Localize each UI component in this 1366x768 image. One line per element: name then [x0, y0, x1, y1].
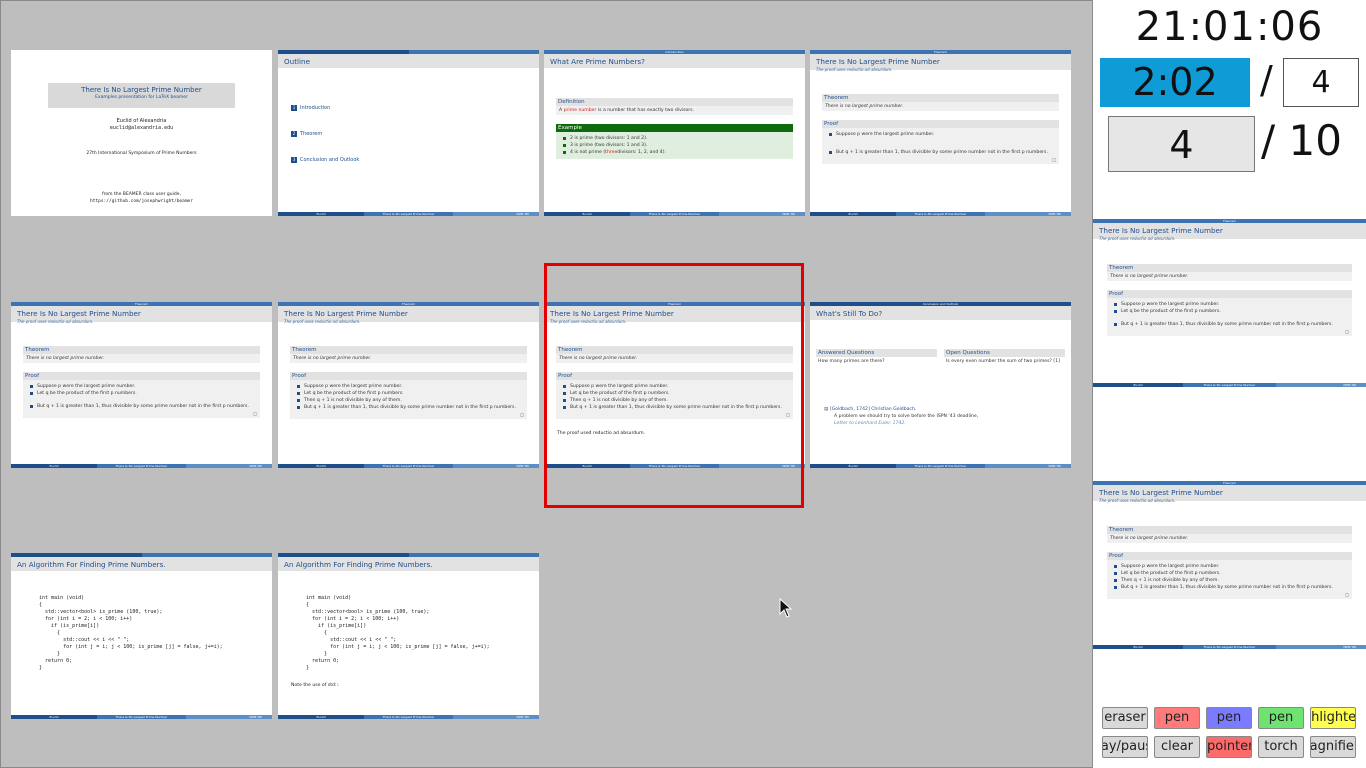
outline-item: Conclusion and Outlook [300, 157, 360, 163]
proof-block: Proof Suppose p were the largest prime n… [1107, 552, 1352, 599]
slide-thumbnail-2[interactable]: Outline 1 Introduction 2 Theorem 3 Conclusi… [278, 50, 539, 216]
slide-title: There Is No Largest Prime Number The proo… [11, 306, 272, 324]
theorem-block: Theorem There is no largest prime number. [1107, 264, 1352, 281]
slide-title: There Is No Largest Prime Number The proo… [278, 306, 539, 324]
slide-thumbnail-9[interactable]: An Algorithm For Finding Prime Numbers. … [11, 553, 272, 719]
slide-thumbnail-6[interactable]: Theorem There Is No Largest Prime Number… [278, 302, 539, 468]
bibliography: ▤ [Goldbach, 1742] Christian Goldbach. A… [824, 407, 979, 426]
current-page-field[interactable]: 4 [1108, 116, 1255, 172]
presentation-timer[interactable]: 2:02 [1100, 58, 1250, 107]
title-slide-email: euclid@alexandria.edu [109, 125, 174, 131]
title-slide-author: Euclid of Alexandria [116, 118, 167, 124]
pointer-button[interactable]: pointer [1206, 736, 1252, 758]
slide-footer: Euclid There Is No Largest Prime Number IS… [1093, 645, 1366, 649]
slide-title: There Is No Largest Prime Number The proo… [1093, 485, 1366, 503]
slide-title: Outline [278, 54, 539, 68]
eraser-button[interactable]: eraser [1102, 707, 1148, 729]
slide-thumbnail-1[interactable]: There Is No Largest Prime Number Example… [11, 50, 272, 216]
proof-block: Proof Suppose p were the largest prime n… [290, 372, 527, 419]
slide-footer: Euclid There Is No Largest Prime Number IS… [1093, 383, 1366, 387]
red-pen-button[interactable]: pen [1154, 707, 1200, 729]
slide-footer: Euclid There Is No Largest Prime Number IS… [278, 464, 539, 468]
total-pages: / 10 [1261, 116, 1342, 165]
slide-title: An Algorithm For Finding Prime Numbers. [278, 557, 539, 571]
theorem-block: Theorem There is no largest prime number. [822, 94, 1059, 111]
green-pen-button[interactable]: pen [1258, 707, 1304, 729]
slide-thumbnail-3[interactable]: Introduction What Are Prime Numbers? Def… [544, 50, 805, 216]
wall-clock: 21:01:06 [1135, 4, 1324, 50]
theorem-block: Theorem There is no largest prime number. [23, 346, 260, 363]
title-slide-url: https://github.com/josephwright/beamer [90, 199, 193, 204]
presenter-side-panel: 21:01:06 2:02 / 4 4 / 10 Theorem There I… [1093, 0, 1366, 768]
slide-thumbnail-4[interactable]: Theorem There Is No Largest Prime Number… [810, 50, 1071, 216]
slide-footer: Euclid There Is No Largest Prime Number IS… [278, 212, 539, 216]
proof-block: Proof Suppose p were the largest prime n… [1107, 290, 1352, 336]
example-block: Example 2 is prime (two divisors: 1 and … [556, 124, 793, 159]
current-slide-preview: Theorem There Is No Largest Prime Number… [1093, 219, 1366, 389]
answered-block: Answered Questions How many primes are t… [816, 349, 937, 366]
magnifier-button[interactable]: magnifier [1310, 736, 1356, 758]
title-slide-origin: from the BEAMER class user guide, [102, 192, 181, 197]
timer-separator: / [1260, 58, 1273, 102]
slide-footer: Euclid There Is No Largest Prime Number IS… [544, 212, 805, 216]
definition-block: Definition A prime number is a number th… [556, 98, 793, 115]
slide-thumbnail-8[interactable]: Conclusion and Outlook What's Still To D… [810, 302, 1071, 468]
slide-title: There Is No Largest Prime Number The proo… [1093, 223, 1366, 241]
proof-block: Proof Suppose p were the largest prime n… [23, 372, 260, 418]
title-slide-title: There Is No Largest Prime Number [81, 86, 202, 94]
slide-title: What's Still To Do? [810, 306, 1071, 320]
blue-pen-button[interactable]: pen [1206, 707, 1252, 729]
outline-item: Theorem [300, 131, 323, 137]
code-listing: int main (void) { std::vector<bool> is_p… [39, 595, 223, 671]
code-note: Note the use of std::. [291, 683, 340, 688]
next-slide-preview: Theorem There Is No Largest Prime Number… [1093, 481, 1366, 651]
theorem-block: Theorem There is no largest prime number. [290, 346, 527, 363]
highlighter-button[interactable]: highlighter [1310, 707, 1356, 729]
timer-target-field[interactable]: 4 [1283, 58, 1359, 107]
outline-item: Introduction [300, 105, 331, 111]
mouse-cursor-icon [779, 598, 793, 618]
outline-list: 1 Introduction 2 Theorem 3 Conclusion and O… [291, 105, 360, 163]
title-slide-subtitle: Examples presentation for LaTeX beamer [95, 95, 188, 100]
proof-block: Proof Suppose p were the largest prime n… [822, 120, 1059, 164]
slide-title: What Are Prime Numbers? [544, 54, 805, 68]
open-block: Open Questions Is every even number the … [944, 349, 1065, 366]
slide-footer: Euclid There Is No Largest Prime Number IS… [11, 715, 272, 719]
current-slide-highlight [544, 263, 804, 508]
slide-footer: Euclid There Is No Largest Prime Number IS… [810, 212, 1071, 216]
title-slide-event: 27th International Symposium of Prime Nu… [86, 151, 197, 156]
slide-thumbnail-10[interactable]: An Algorithm For Finding Prime Numbers. … [278, 553, 539, 719]
theorem-block: Theorem There is no largest prime number. [1107, 526, 1352, 543]
slide-title: There Is No Largest Prime Number The proo… [810, 54, 1071, 72]
slide-footer: Euclid There Is No Largest Prime Number IS… [278, 715, 539, 719]
play-pause-button[interactable]: play/pause [1102, 736, 1148, 758]
slide-overview-grid: There Is No Largest Prime Number Example… [0, 0, 1093, 768]
code-listing: int main (void) { std::vector<bool> is_p… [306, 595, 490, 671]
slide-footer: Euclid There Is No Largest Prime Number IS… [810, 464, 1071, 468]
slide-thumbnail-5[interactable]: Theorem There Is No Largest Prime Number… [11, 302, 272, 468]
torch-button[interactable]: torch [1258, 736, 1304, 758]
slide-title: An Algorithm For Finding Prime Numbers. [11, 557, 272, 571]
slide-footer: Euclid There Is No Largest Prime Number IS… [11, 464, 272, 468]
clear-button[interactable]: clear [1154, 736, 1200, 758]
